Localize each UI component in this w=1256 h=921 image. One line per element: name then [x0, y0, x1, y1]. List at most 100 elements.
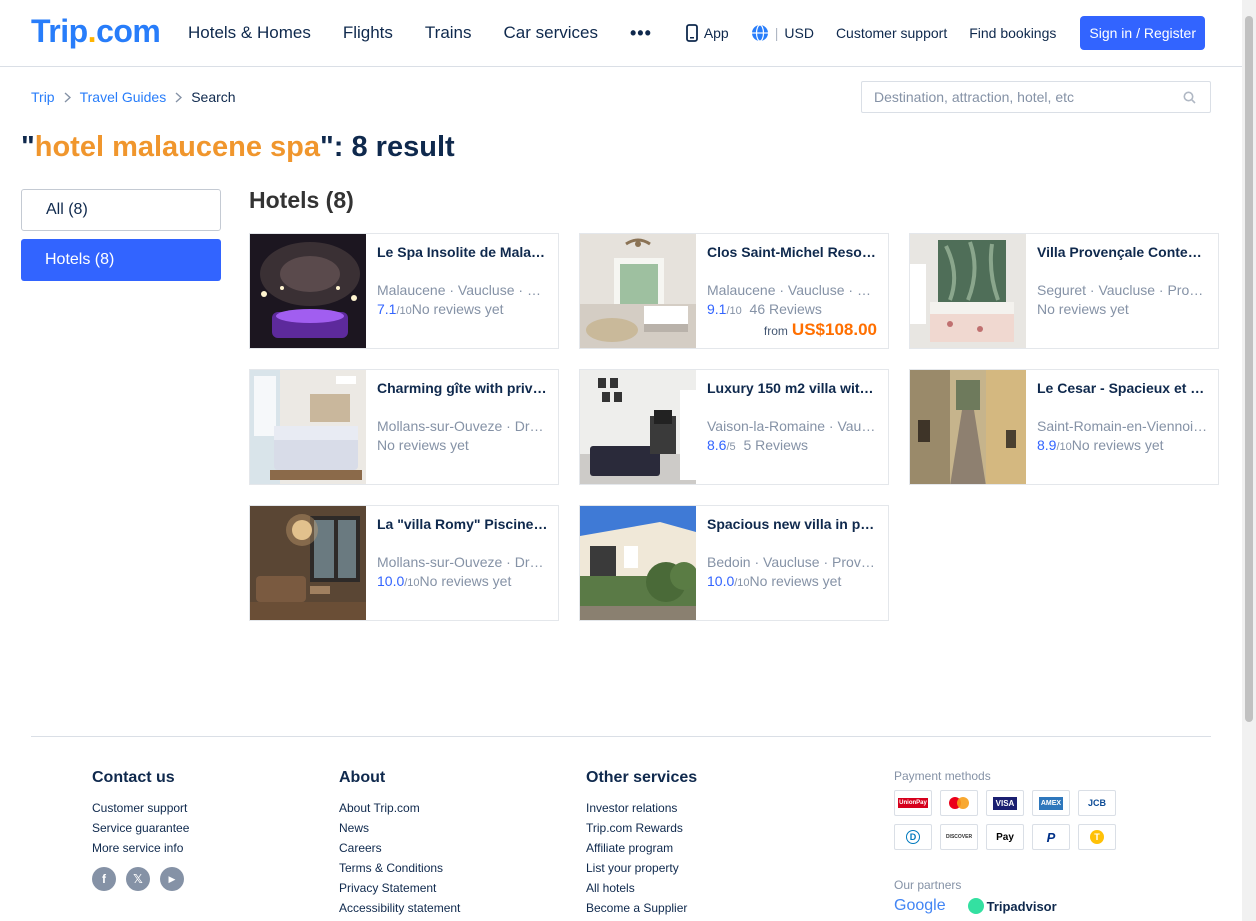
hotel-score-scale: /10: [396, 305, 412, 317]
trip-logo[interactable]: Trip.com: [31, 13, 161, 50]
hotel-location: Seguret · Vaucluse · Provence: [1037, 282, 1209, 298]
footer-link[interactable]: Investor relations: [586, 798, 697, 818]
footer-heading: Other services: [586, 769, 698, 786]
hotel-reviews: No reviews yet: [411, 301, 504, 317]
hotel-photo: [250, 370, 366, 484]
trip-coins-icon: T: [1078, 824, 1116, 850]
payment-methods: UnionPay MC VISA AMEX JCB D DISCOVER Pay…: [894, 790, 1116, 850]
phone-icon: [685, 24, 698, 42]
hotel-reviews: 46 Reviews: [749, 301, 822, 317]
footer-link[interactable]: Accessibility statement: [339, 898, 460, 918]
footer-divider: [31, 736, 1211, 737]
hotel-card[interactable]: Villa Provençale Contemporaine Seguret ·…: [909, 233, 1219, 349]
app-link[interactable]: App: [685, 24, 729, 42]
filter-all[interactable]: All (8): [21, 189, 221, 231]
footer-link[interactable]: All hotels: [586, 878, 697, 898]
page-title: "hotel malaucene spa": 8 result: [21, 131, 455, 163]
nav-car-services[interactable]: Car services: [504, 23, 598, 43]
sign-in-button[interactable]: Sign in / Register: [1080, 16, 1205, 50]
google-logo: Google: [894, 897, 946, 914]
hotel-photo: [910, 234, 1026, 348]
hotel-score-scale: /10: [734, 577, 750, 589]
hotel-location: Mollans-sur-Ouveze · Drome: [377, 554, 549, 570]
hotel-score-scale: /10: [726, 305, 742, 317]
footer-link[interactable]: Become a Supplier: [586, 898, 697, 918]
hotel-photo: [580, 234, 696, 348]
hotel-score: 10.0: [707, 573, 735, 589]
hotel-reviews: No reviews yet: [1037, 301, 1129, 317]
hotel-card[interactable]: Charming gîte with private pool Mollans-…: [249, 369, 559, 485]
footer-link[interactable]: Privacy Statement: [339, 878, 460, 898]
hotel-card[interactable]: Le Cesar - Spacieux et calme Saint-Romai…: [909, 369, 1219, 485]
hotel-name[interactable]: Clos Saint-Michel Resort & Spa: [707, 244, 879, 260]
hotel-score: 8.9: [1037, 437, 1057, 453]
more-icon[interactable]: •••: [630, 23, 652, 44]
facebook-icon[interactable]: f: [92, 867, 116, 891]
hotel-name[interactable]: Luxury 150 m2 villa with pool: [707, 380, 879, 396]
tripadvisor-logo: Tripadvisor: [967, 898, 1057, 914]
owl-icon: [967, 898, 984, 914]
nav-hotels-homes[interactable]: Hotels & Homes: [188, 23, 311, 43]
hotel-name[interactable]: Charming gîte with private pool: [377, 380, 549, 396]
hotel-score-scale: /10: [404, 577, 420, 589]
find-bookings-link[interactable]: Find bookings: [969, 25, 1056, 41]
visa-icon: VISA: [986, 790, 1024, 816]
breadcrumb: Trip Travel Guides Search: [31, 89, 236, 105]
hotel-name[interactable]: Villa Provençale Contemporaine: [1037, 244, 1209, 260]
hotel-photo: [250, 506, 366, 620]
partners-title: Our partners: [894, 878, 962, 892]
hotel-name[interactable]: Spacious new villa in provence: [707, 516, 879, 532]
amex-icon: AMEX: [1032, 790, 1070, 816]
breadcrumb-trip[interactable]: Trip: [31, 89, 55, 105]
hotel-location: Malaucene · Vaucluse · Provence: [707, 282, 879, 298]
x-icon[interactable]: 𝕏: [126, 867, 150, 891]
nav-flights[interactable]: Flights: [343, 23, 393, 43]
youtube-icon[interactable]: ▶: [160, 867, 184, 891]
page-scrollbar[interactable]: [1242, 0, 1256, 921]
filter-hotels[interactable]: Hotels (8): [21, 239, 221, 281]
chevron-right-icon: [64, 91, 71, 103]
footer-link[interactable]: Service guarantee: [92, 818, 194, 838]
hotel-card[interactable]: Luxury 150 m2 villa with pool Vaison-la-…: [579, 369, 889, 485]
hotel-name[interactable]: La "villa Romy" Piscine et Spa: [377, 516, 549, 532]
footer-link[interactable]: Terms & Conditions: [339, 858, 460, 878]
search-input[interactable]: [874, 82, 1174, 112]
hotel-reviews: No reviews yet: [1071, 437, 1164, 453]
hotel-score-scale: /5: [726, 441, 736, 453]
nav-trains[interactable]: Trains: [425, 23, 472, 43]
footer-link[interactable]: Careers: [339, 838, 460, 858]
footer-link[interactable]: List your property: [586, 858, 697, 878]
hotel-name[interactable]: Le Cesar - Spacieux et calme: [1037, 380, 1209, 396]
hotel-score: 8.6: [707, 437, 727, 453]
hotel-card[interactable]: Le Spa Insolite de Malaucene Malaucene ·…: [249, 233, 559, 349]
customer-support-link[interactable]: Customer support: [836, 25, 947, 41]
hotel-photo: [580, 506, 696, 620]
footer-link[interactable]: Affiliate program: [586, 838, 697, 858]
hotel-card[interactable]: La "villa Romy" Piscine et Spa Mollans-s…: [249, 505, 559, 621]
footer-link[interactable]: Customer support: [92, 798, 194, 818]
hotel-score: 10.0: [377, 573, 405, 589]
header-actions: App | USD Customer support Find bookings…: [664, 0, 1205, 66]
hotel-name[interactable]: Le Spa Insolite de Malaucene: [377, 244, 549, 260]
search-icon[interactable]: [1183, 91, 1196, 104]
hotel-card[interactable]: Clos Saint-Michel Resort & Spa Malaucene…: [579, 233, 889, 349]
unionpay-icon: UnionPay: [894, 790, 932, 816]
breadcrumb-current: Search: [191, 89, 236, 105]
search-box: [861, 81, 1211, 113]
footer-other-services: Other services Investor relations Trip.c…: [586, 769, 697, 918]
paypal-icon: P: [1032, 824, 1070, 850]
footer-link[interactable]: News: [339, 818, 460, 838]
footer-link[interactable]: More service info: [92, 838, 194, 858]
footer-link[interactable]: About Trip.com: [339, 798, 460, 818]
footer-about: About About Trip.com News Careers Terms …: [339, 769, 460, 918]
apple-pay-icon: Pay: [986, 824, 1024, 850]
footer-link[interactable]: Trip.com Rewards: [586, 818, 697, 838]
scrollbar-thumb[interactable]: [1245, 16, 1253, 722]
breadcrumb-travel-guides[interactable]: Travel Guides: [80, 89, 167, 105]
currency-selector[interactable]: | USD: [751, 24, 814, 42]
section-title: Hotels (8): [249, 187, 354, 213]
footer-heading: About: [339, 769, 386, 786]
hotel-photo: [250, 234, 366, 348]
jcb-icon: JCB: [1078, 790, 1116, 816]
hotel-card[interactable]: Spacious new villa in provence Bedoin · …: [579, 505, 889, 621]
